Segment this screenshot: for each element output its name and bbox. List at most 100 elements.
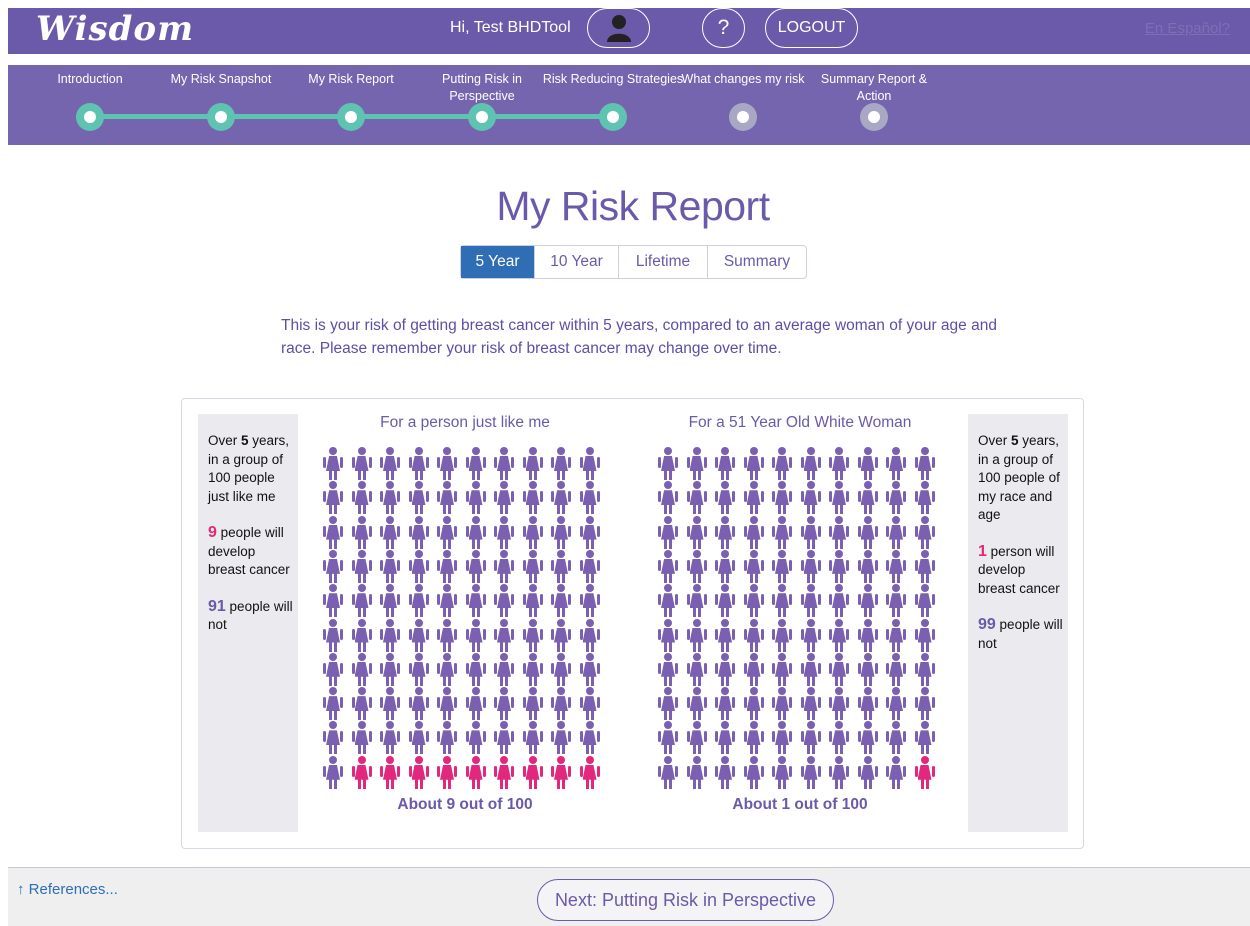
person-icon-unaffected xyxy=(322,481,344,515)
person-icon-unaffected xyxy=(322,687,344,721)
person-icon-unaffected xyxy=(686,755,708,790)
person-icon-unaffected xyxy=(714,549,736,584)
person-icon-unaffected xyxy=(408,721,430,755)
tab-10-year[interactable]: 10 Year xyxy=(535,246,619,278)
wisdom-logo: Wisdom xyxy=(36,9,195,49)
person-icon-unaffected xyxy=(743,515,765,550)
person-icon-unaffected xyxy=(800,652,822,687)
person-icon-unaffected xyxy=(550,721,572,755)
person-icon-unaffected xyxy=(657,584,679,618)
person-icon-unaffected xyxy=(351,652,373,687)
person-icon-unaffected xyxy=(322,618,344,653)
person-icon-unaffected xyxy=(550,515,572,550)
person-icon-unaffected xyxy=(686,687,708,721)
person-icon-unaffected xyxy=(522,447,544,481)
progress-nav: Introduction My Risk Snapshot My Risk Re… xyxy=(8,65,1250,145)
person-icon-unaffected xyxy=(657,755,679,790)
person-icon-unaffected xyxy=(408,618,430,653)
step-label-summary-report[interactable]: Summary Report & Action xyxy=(819,71,929,105)
step-dot-introduction[interactable] xyxy=(76,103,104,131)
caption-person-like-me: About 9 out of 100 xyxy=(397,796,533,813)
person-icon-unaffected xyxy=(771,481,793,515)
logout-button[interactable]: LOGOUT xyxy=(765,8,858,48)
person-icon-unaffected xyxy=(379,515,401,550)
right-summary-box: Over 5 years, in a group of 100 people o… xyxy=(968,414,1068,832)
person-icon-unaffected xyxy=(465,721,487,755)
person-icon-unaffected xyxy=(771,721,793,755)
step-label-my-risk-snapshot[interactable]: My Risk Snapshot xyxy=(151,71,291,88)
page-title: My Risk Report xyxy=(496,183,770,229)
person-icon-unaffected xyxy=(914,584,936,618)
step-label-my-risk-report[interactable]: My Risk Report xyxy=(281,71,421,88)
step-dot-risk-reducing[interactable] xyxy=(599,103,627,131)
person-icon-unaffected xyxy=(379,687,401,721)
person-icon-unaffected xyxy=(857,481,879,515)
person-icon-unaffected xyxy=(379,584,401,618)
step-label-putting-risk[interactable]: Putting Risk in Perspective xyxy=(432,71,532,105)
step-dot-my-risk-snapshot[interactable] xyxy=(207,103,235,131)
person-icon-unaffected xyxy=(379,447,401,481)
person-icon-unaffected xyxy=(800,481,822,515)
step-dot-my-risk-report[interactable] xyxy=(337,103,365,131)
person-icon-unaffected xyxy=(408,652,430,687)
person-icon-unaffected xyxy=(828,687,850,721)
person-icon-unaffected xyxy=(465,447,487,481)
person-icon-unaffected xyxy=(579,515,601,550)
right-affected-count: 1 person will develop breast cancer xyxy=(978,542,1060,596)
tab-5-year[interactable]: 5 Year xyxy=(461,246,535,278)
person-icon-unaffected xyxy=(465,584,487,618)
person-icon-unaffected xyxy=(914,687,936,721)
person-icon-unaffected xyxy=(828,481,850,515)
person-icon-unaffected xyxy=(351,618,373,653)
user-greeting: Hi, Test BHDTool xyxy=(450,19,571,36)
person-icon-unaffected xyxy=(522,618,544,653)
step-dot-summary-report[interactable] xyxy=(860,103,888,131)
person-icon-unaffected xyxy=(522,549,544,584)
chart-heading-person-like-me: For a person just like me xyxy=(380,414,550,431)
step-dot-putting-risk[interactable] xyxy=(468,103,496,131)
person-icon-unaffected xyxy=(686,584,708,618)
left-summary-box: Over 5 years, in a group of 100 people j… xyxy=(198,414,298,832)
step-label-introduction[interactable]: Introduction xyxy=(20,71,160,88)
person-icon-unaffected xyxy=(885,652,907,687)
person-icon-unaffected xyxy=(743,652,765,687)
person-icon-unaffected xyxy=(771,584,793,618)
person-icon-unaffected xyxy=(408,481,430,515)
person-icon-unaffected xyxy=(351,687,373,721)
person-icon-unaffected xyxy=(465,618,487,653)
person-icon-unaffected xyxy=(743,447,765,481)
person-icon-unaffected xyxy=(828,652,850,687)
person-icon-unaffected xyxy=(800,549,822,584)
person-icon-unaffected xyxy=(408,447,430,481)
profile-button[interactable] xyxy=(587,8,650,48)
top-header: Wisdom Hi, Test BHDTool ? LOGOUT En Espa… xyxy=(8,8,1250,54)
person-icon-unaffected xyxy=(436,515,458,550)
person-icon-unaffected xyxy=(465,549,487,584)
tab-summary[interactable]: Summary xyxy=(708,246,806,278)
references-link[interactable]: ↑ References... xyxy=(17,881,118,898)
person-icon-unaffected xyxy=(743,618,765,653)
person-icon-unaffected xyxy=(771,515,793,550)
person-icon-unaffected xyxy=(493,618,515,653)
person-icon-affected xyxy=(914,755,936,790)
step-label-risk-reducing[interactable]: Risk Reducing Strategies xyxy=(538,71,688,88)
person-icon-unaffected xyxy=(857,755,879,790)
person-icon-unaffected xyxy=(322,721,344,755)
person-icon-unaffected xyxy=(493,721,515,755)
person-icon-unaffected xyxy=(522,652,544,687)
help-button[interactable]: ? xyxy=(702,8,745,48)
person-icon-unaffected xyxy=(493,584,515,618)
step-label-what-changes[interactable]: What changes my risk xyxy=(673,71,813,88)
person-icon-affected xyxy=(379,755,401,790)
step-dot-what-changes[interactable] xyxy=(729,103,757,131)
person-icon-unaffected xyxy=(743,755,765,790)
espanol-link[interactable]: En Español? xyxy=(1145,20,1230,37)
person-icon-unaffected xyxy=(436,687,458,721)
tab-lifetime[interactable]: Lifetime xyxy=(619,246,708,278)
person-icon-affected xyxy=(465,755,487,790)
person-icon-unaffected xyxy=(857,549,879,584)
person-icon-unaffected xyxy=(686,549,708,584)
person-icon-unaffected xyxy=(493,652,515,687)
person-icon-unaffected xyxy=(743,687,765,721)
next-button[interactable]: Next: Putting Risk in Perspective xyxy=(537,879,834,921)
